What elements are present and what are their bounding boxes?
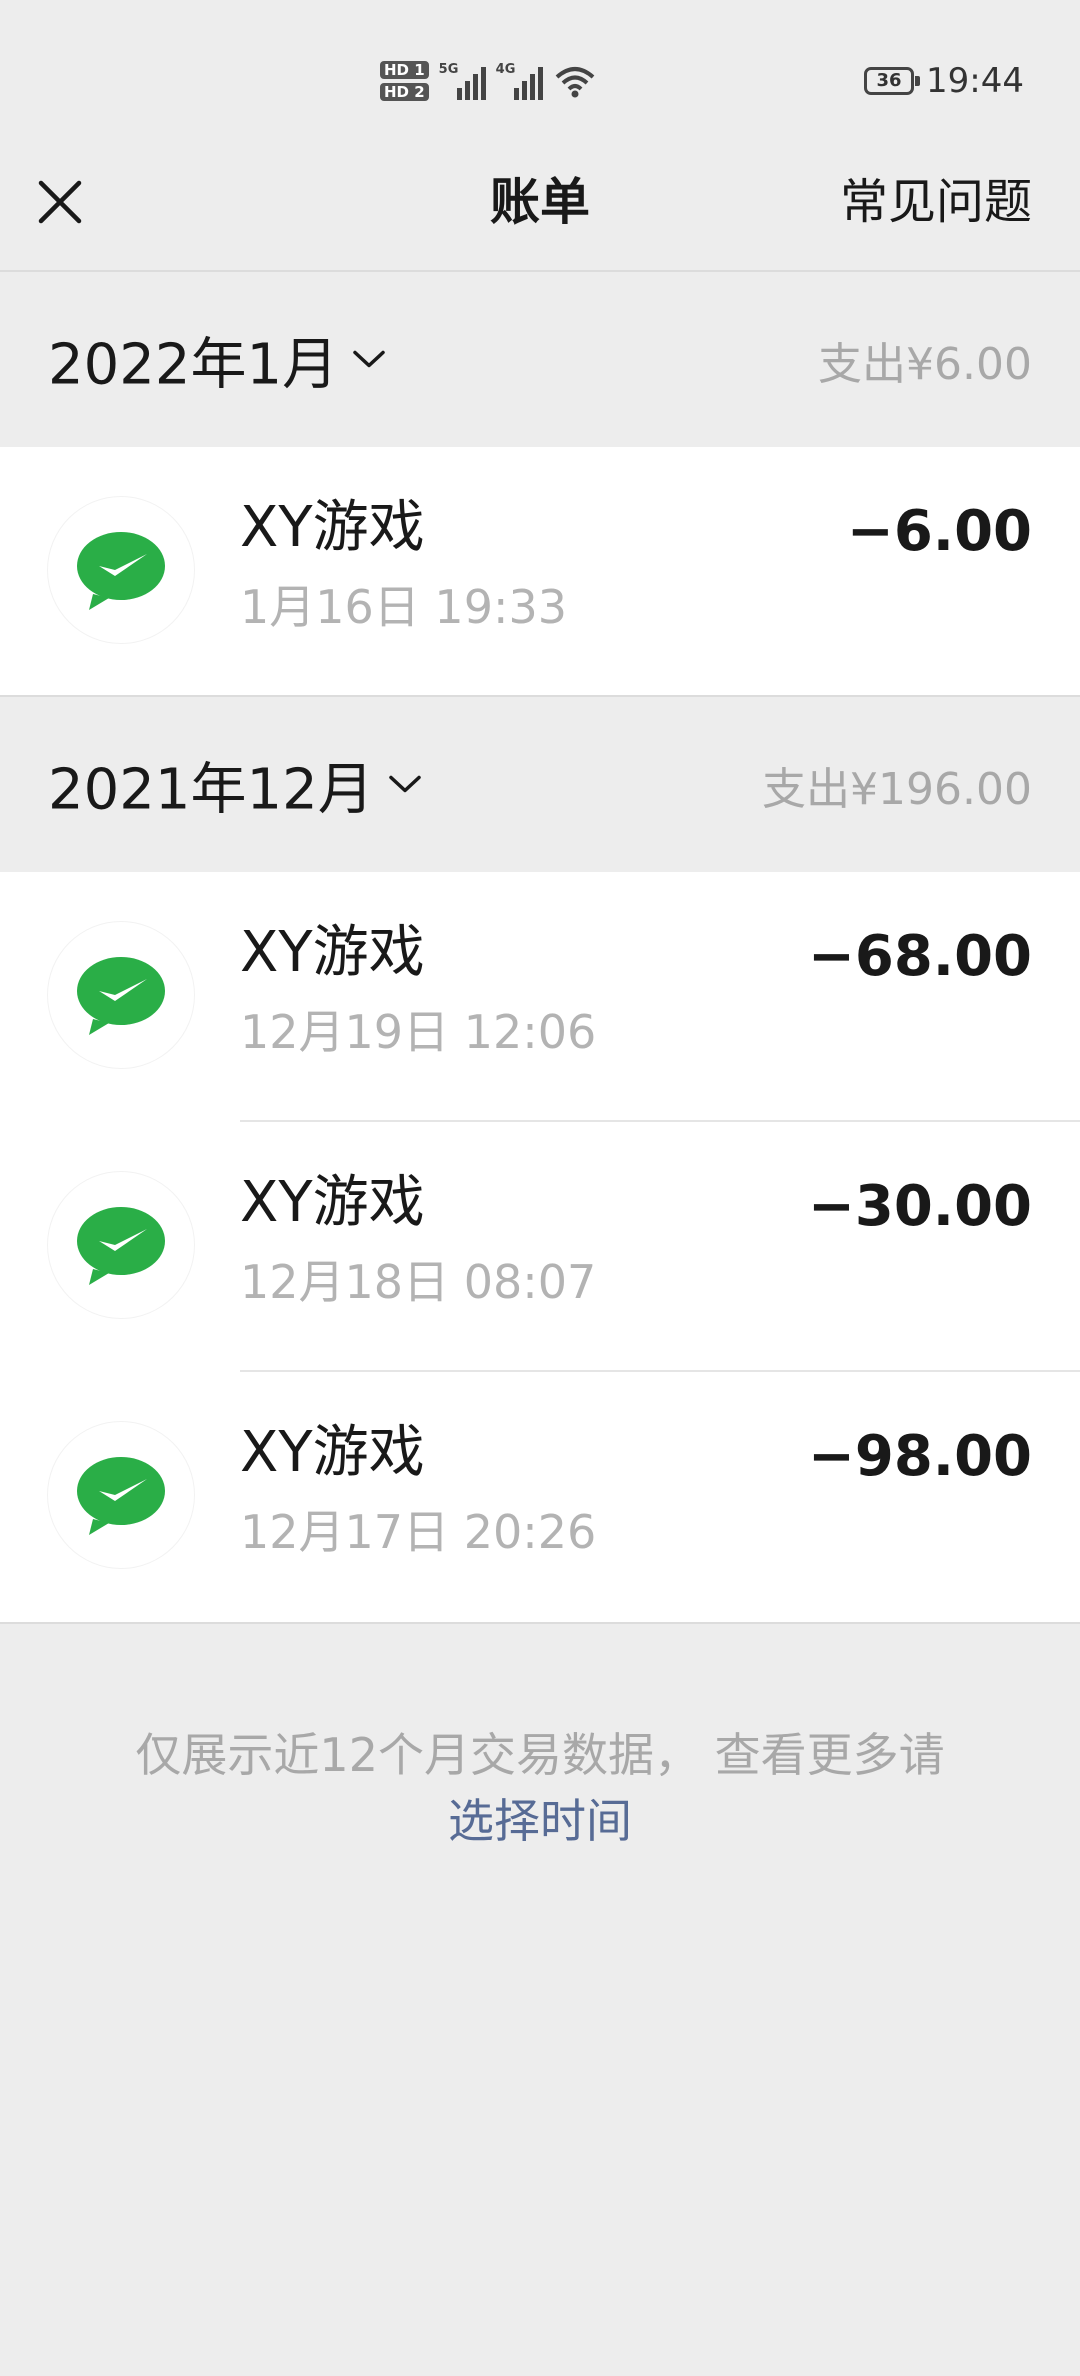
wechat-pay-icon <box>48 1172 194 1318</box>
transaction-time: 12月19日 12:06 <box>240 1005 597 1059</box>
history-limit-note: 仅展示近12个月交易数据， 查看更多请 <box>135 1728 945 1782</box>
network-5g-label: 5G <box>438 62 459 77</box>
transaction-name: XY游戏 <box>240 1170 425 1235</box>
month-selector[interactable]: 2022年1月 <box>48 319 386 400</box>
month-selector[interactable]: 2021年12月 <box>48 744 422 825</box>
month-total: 支出¥196.00 <box>762 763 1032 815</box>
status-time: 19:44 <box>926 61 1024 101</box>
wechat-pay-icon <box>48 1422 194 1568</box>
divider <box>0 1622 1080 1624</box>
signal-4g-icon: 4G <box>496 62 543 100</box>
transaction-amount: −98.00 <box>807 1424 1032 1489</box>
status-right: 36 19:44 <box>864 56 1024 106</box>
transaction-amount: −30.00 <box>807 1174 1032 1239</box>
transaction-row[interactable]: XY游戏 12月17日 20:26 −98.00 <box>0 1372 1080 1622</box>
transaction-time: 12月17日 20:26 <box>240 1505 597 1559</box>
chevron-down-icon <box>389 775 421 793</box>
transaction-row[interactable]: XY游戏 12月19日 12:06 −68.00 <box>0 872 1080 1122</box>
transaction-list: XY游戏 12月19日 12:06 −68.00 XY游戏 12月18日 08:… <box>0 872 1080 1622</box>
faq-link[interactable]: 常见问题 <box>840 172 1032 232</box>
transaction-row[interactable]: XY游戏 12月18日 08:07 −30.00 <box>0 1122 1080 1372</box>
month-label: 2022年1月 <box>48 332 339 397</box>
transaction-time: 12月18日 08:07 <box>240 1255 597 1309</box>
battery-icon: 36 <box>864 67 921 95</box>
chevron-down-icon <box>353 350 385 368</box>
month-header: 2022年1月 支出¥6.00 <box>0 272 1080 447</box>
transaction-time: 1月16日 19:33 <box>240 580 567 634</box>
month-header: 2021年12月 支出¥196.00 <box>0 697 1080 872</box>
status-icons: HD 1 HD 2 5G 4G <box>380 52 597 110</box>
transaction-name: XY游戏 <box>240 495 425 560</box>
signal-5g-icon: 5G <box>439 62 486 100</box>
transaction-list: XY游戏 1月16日 19:33 −6.00 <box>0 447 1080 697</box>
network-4g-label: 4G <box>495 62 516 77</box>
nav-bar: 账单 常见问题 <box>0 150 1080 272</box>
sim1-badge: HD 1 <box>380 61 429 79</box>
transaction-name: XY游戏 <box>240 920 425 985</box>
month-total: 支出¥6.00 <box>818 338 1032 390</box>
transaction-amount: −6.00 <box>846 499 1032 564</box>
transaction-amount: −68.00 <box>807 924 1032 989</box>
wifi-icon <box>555 67 594 98</box>
transaction-name: XY游戏 <box>240 1420 425 1485</box>
sim2-badge: HD 2 <box>380 83 429 101</box>
wechat-pay-icon <box>48 497 194 643</box>
select-time-link[interactable]: 选择时间 <box>0 1788 1080 1854</box>
month-label: 2021年12月 <box>48 757 374 822</box>
sim-indicators: HD 1 HD 2 <box>380 61 429 101</box>
wechat-pay-icon <box>48 922 194 1068</box>
transaction-row[interactable]: XY游戏 1月16日 19:33 −6.00 <box>0 447 1080 697</box>
status-bar: HD 1 HD 2 5G 4G 36 19:44 <box>0 0 1080 150</box>
